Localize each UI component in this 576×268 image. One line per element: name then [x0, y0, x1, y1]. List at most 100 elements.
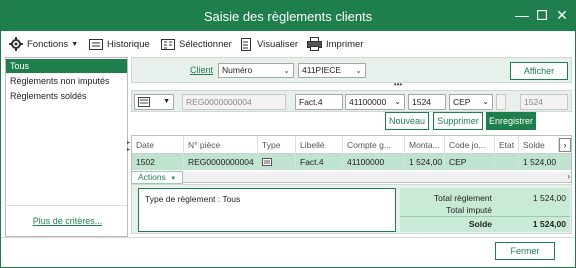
fonctions-label: Fonctions [27, 38, 69, 50]
maximize-icon[interactable] [533, 6, 551, 24]
col-type[interactable]: Type [258, 136, 296, 154]
type-select[interactable]: ▼ [134, 94, 174, 110]
solde-value: 1 524,00 [532, 219, 566, 229]
document-icon [241, 37, 251, 51]
table-row[interactable]: 1502 REG0000000004 Fact.4 41100000 1 524… [132, 154, 571, 170]
gear-icon [9, 37, 23, 51]
filter-bar: Client Numéro ⌄ 411PIECE ⌄ Afficher [131, 57, 572, 83]
piece-field: REG0000000004 [182, 94, 286, 110]
col-montant[interactable]: Monta... [405, 136, 445, 154]
col-compte[interactable]: Compte g... [343, 136, 405, 154]
visualiser-button[interactable]: Visualiser [239, 36, 298, 52]
client-link[interactable]: Client [190, 65, 213, 75]
actions-menu[interactable]: Actions ▼ [131, 171, 183, 184]
field-select[interactable]: Numéro ⌄ [218, 63, 294, 78]
client-select[interactable]: 411PIECE ⌄ [298, 63, 366, 78]
chevron-down-icon: ⌄ [283, 66, 290, 75]
type-reglement-text: Type de règlement : Tous [145, 194, 241, 204]
table-header: Date N° pièce Type Libellé Compte g... M… [132, 136, 571, 154]
code-journal-select[interactable]: CEP ⌄ [449, 94, 493, 110]
totals-box: Total règlement 1 524,00 Total imputé So… [400, 188, 570, 232]
minimize-icon[interactable]: — [513, 6, 531, 24]
chevron-down-icon: ▼ [71, 40, 79, 48]
supprimer-button[interactable]: Supprimer [433, 112, 483, 130]
col-libelle[interactable]: Libellé [296, 136, 343, 154]
cell-piece: REG0000000004 [184, 154, 258, 170]
cell-etat [495, 154, 519, 170]
nouveau-button[interactable]: Nouveau [385, 112, 429, 130]
splitter-handle[interactable]: ••• [391, 81, 405, 89]
cell-date: 1502 [132, 154, 184, 170]
compte-value: 41100000 [349, 97, 387, 107]
col-etat[interactable]: Etat [495, 136, 519, 154]
imprimer-label: Imprimer [326, 38, 364, 50]
chevron-down-icon: ⌄ [394, 97, 401, 106]
list-item-tous[interactable]: Tous [6, 59, 127, 73]
selectionner-button[interactable]: Sélectionner [161, 36, 232, 52]
compte-field[interactable]: 41100000 ⌄ [345, 94, 405, 110]
total-impute-label: Total imputé [446, 205, 492, 215]
total-reglement-label: Total règlement [433, 193, 492, 203]
chevron-down-icon: ⌄ [482, 97, 489, 106]
divider [400, 216, 570, 217]
code-journal-value: CEP [453, 97, 471, 107]
printer-icon [307, 37, 322, 51]
chevron-down-icon: ▼ [170, 176, 177, 182]
list-item-non-imputes[interactable]: Règlements non imputés [6, 74, 127, 88]
filter-list-panel: Tous Règlements non imputés Règlements s… [5, 57, 128, 237]
montant-field[interactable]: 1524 [408, 94, 446, 110]
cell-montant: 1 524,00 [405, 154, 445, 170]
select-icon [161, 38, 175, 50]
more-criteria-link[interactable]: Plus de critères... [10, 216, 125, 226]
etat-field [496, 94, 506, 110]
card-icon [262, 158, 272, 166]
list-item-soldes[interactable]: Règlements soldés [6, 89, 127, 103]
visualiser-label: Visualiser [257, 38, 299, 50]
title-bar: Saisie des règlements clients — ✕ [1, 1, 575, 31]
col-piece[interactable]: N° pièce [184, 136, 258, 154]
actions-label: Actions [138, 172, 166, 182]
historique-label: Historique [107, 38, 150, 50]
enregistrer-button[interactable]: Enregistrer [486, 112, 536, 130]
history-icon [89, 38, 103, 50]
card-icon [138, 97, 150, 107]
total-reglement-value: 1 524,00 [532, 193, 566, 203]
action-buttons: Nouveau Supprimer Enregistrer [131, 112, 572, 135]
libelle-field[interactable]: Fact.4 [295, 94, 343, 110]
reglements-table: Date N° pièce Type Libellé Compte g... M… [131, 135, 572, 183]
chevron-down-icon: ▼ [163, 98, 170, 105]
chevron-down-icon: ⌄ [355, 66, 362, 75]
solde-field: 1524 [520, 94, 568, 110]
solde-label: Solde [468, 219, 492, 229]
imprimer-button[interactable]: Imprimer [307, 36, 363, 52]
toolbar: Fonctions ▼ Historique Sélectionner Visu… [1, 31, 575, 55]
horizontal-scrollbar[interactable]: › [132, 172, 571, 182]
entry-row: ▼ REG0000000004 Fact.4 41100000 ⌄ 1524 C… [131, 90, 572, 112]
window-title: Saisie des règlements clients [203, 9, 373, 24]
field-select-value: Numéro [222, 65, 253, 75]
cell-solde: 1 524,00 [519, 154, 559, 170]
chevron-right-icon[interactable]: › [559, 138, 571, 152]
cell-libelle: Fact.4 [296, 154, 343, 170]
divider [6, 205, 127, 206]
cell-code: CEP [445, 154, 495, 170]
close-icon[interactable]: ✕ [553, 6, 571, 24]
cell-type [258, 154, 296, 170]
total-reglement-line: Total règlement 1 524,00 [400, 193, 570, 205]
summary-panel: Type de règlement : Tous Total règlement… [131, 184, 572, 234]
fonctions-menu[interactable]: Fonctions ▼ [9, 36, 78, 52]
type-reglement-box: Type de règlement : Tous [138, 188, 396, 232]
col-code[interactable]: Code jo... [445, 136, 495, 154]
cell-compte: 41100000 [343, 154, 405, 170]
selectionner-label: Sélectionner [179, 38, 232, 50]
main-window: Saisie des règlements clients — ✕ Foncti… [0, 0, 576, 268]
historique-button[interactable]: Historique [89, 36, 150, 52]
col-date[interactable]: Date [132, 136, 184, 154]
divider [1, 237, 575, 238]
client-select-value: 411PIECE [302, 65, 342, 75]
chevron-right-icon[interactable]: › [567, 172, 570, 182]
fermer-button[interactable]: Fermer [495, 242, 555, 260]
afficher-button[interactable]: Afficher [510, 62, 568, 80]
solde-line: Solde 1 524,00 [400, 219, 570, 231]
col-solde[interactable]: Solde [519, 136, 559, 154]
